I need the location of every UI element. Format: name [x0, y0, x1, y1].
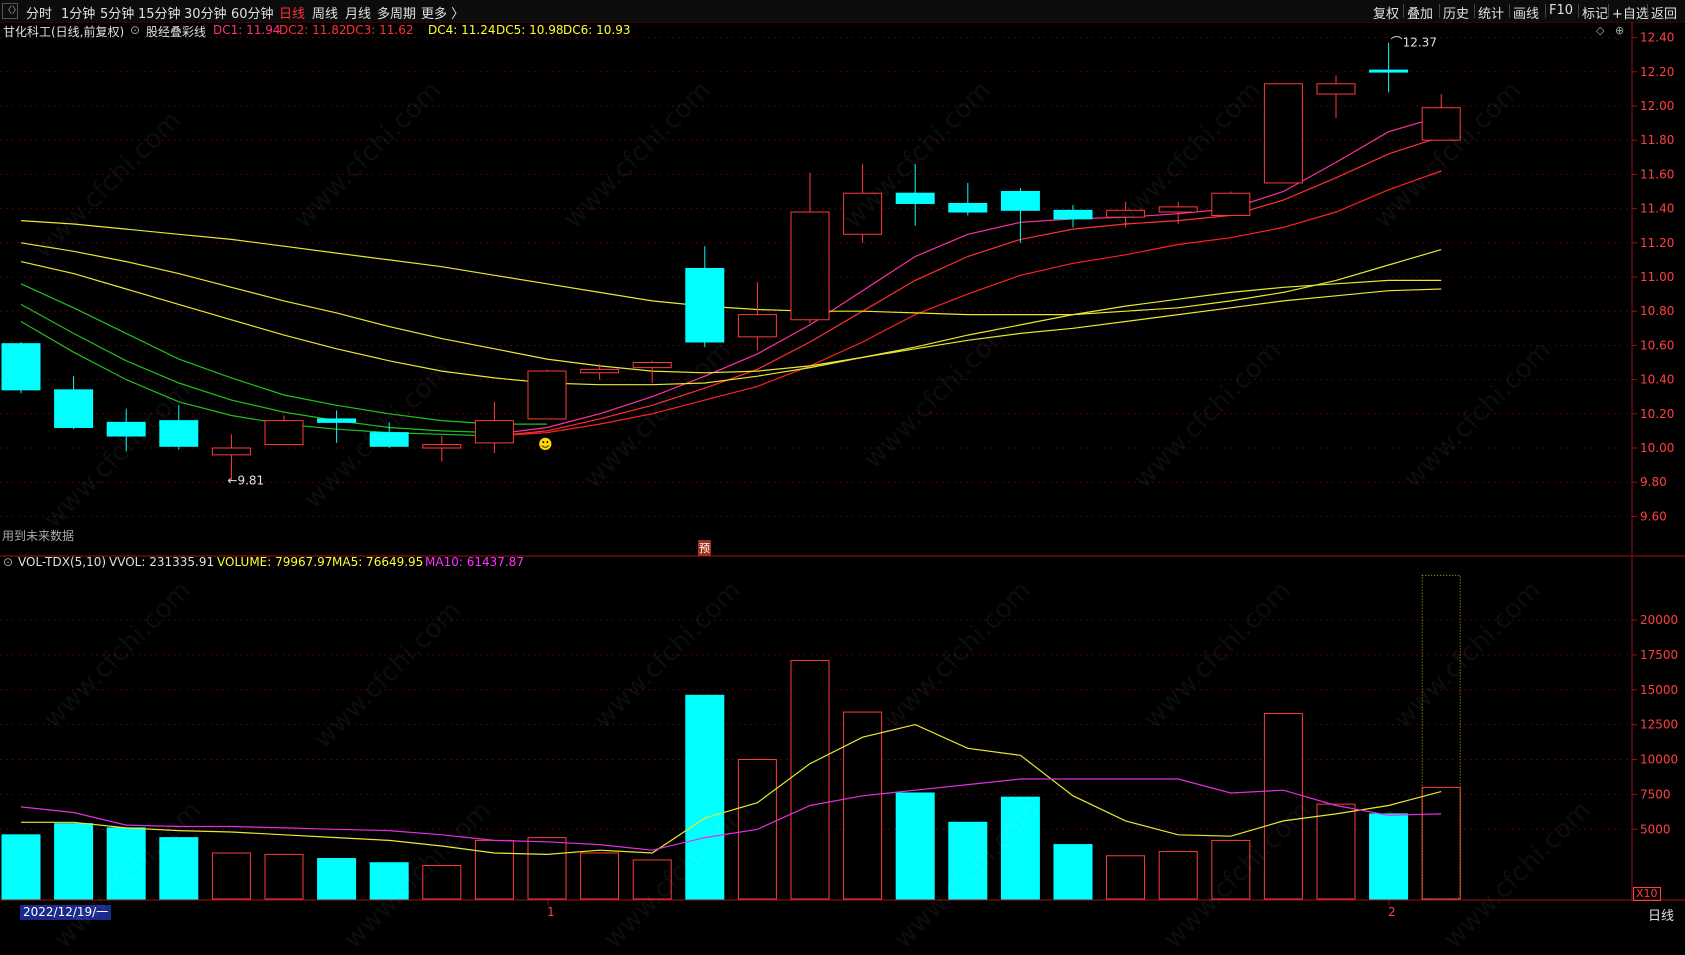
price-tick-label: 11.40 — [1640, 202, 1674, 216]
candle-body — [474, 420, 514, 444]
candle-body — [1263, 83, 1303, 184]
volume-bar — [474, 839, 514, 900]
volume-bar — [895, 792, 935, 900]
month-label-1: 1 — [547, 905, 555, 919]
price-tick-label: 11.80 — [1640, 133, 1674, 147]
price-tick-label: 10.20 — [1640, 407, 1674, 421]
volume-tick-label: 7500 — [1640, 787, 1671, 801]
volume-bar — [159, 837, 199, 900]
candle-body — [1369, 69, 1409, 73]
candle-body — [159, 420, 199, 447]
volume-bar — [1421, 786, 1461, 900]
volume-bar — [1316, 803, 1356, 900]
line-dc6 — [20, 261, 1442, 386]
price-tick-label: 10.00 — [1640, 441, 1674, 455]
volume-bar — [264, 853, 304, 900]
candle-body — [54, 389, 94, 428]
volume-bar — [632, 859, 672, 900]
volume-tick-label: 5000 — [1640, 822, 1671, 836]
volume-ma10-line — [20, 778, 1442, 851]
volume-bar — [422, 865, 462, 900]
price-tick-label: 12.00 — [1640, 99, 1674, 113]
candle-body — [1421, 107, 1461, 141]
ma5-value: MA5: 76649.95 — [332, 555, 424, 569]
candle-body — [580, 368, 620, 374]
volume-bar — [843, 711, 883, 900]
volume-bar — [1211, 839, 1251, 900]
volume-ma5-line — [21, 723, 1442, 856]
volume-tick-label: 10000 — [1640, 753, 1678, 767]
volume-bar — [1106, 855, 1146, 900]
vvol-value: VVOL: 231335.91 — [109, 555, 215, 569]
candle-body — [843, 192, 883, 235]
price-tick-label: 12.40 — [1640, 31, 1674, 45]
volume-bar — [1, 834, 41, 900]
volume-bar — [54, 823, 94, 900]
volume-bar — [685, 694, 725, 900]
candle-body — [317, 418, 357, 423]
volume-bar — [948, 821, 988, 900]
ma10-value: MA10: 61437.87 — [425, 555, 524, 569]
future-data-note: 用到未来数据 — [2, 529, 75, 543]
candle-body — [1316, 83, 1356, 95]
price-tick-label: 11.00 — [1640, 270, 1674, 284]
volume-indicator-name[interactable]: VOL-TDX(5,10) — [18, 555, 106, 569]
price-tick-label: 9.80 — [1640, 475, 1667, 489]
smiley-icon: ☻ — [538, 437, 553, 453]
volume-bar — [790, 659, 830, 900]
start-date: 2022/12/19/一 — [20, 905, 112, 920]
candle-body — [369, 432, 409, 447]
volume-bar — [1263, 712, 1303, 900]
volume-tick-label: 15000 — [1640, 683, 1678, 697]
volume-bar — [369, 862, 409, 900]
low-price-marker: ←9.81 — [227, 473, 264, 487]
volume-bar — [1000, 796, 1040, 900]
volume-bar — [580, 852, 620, 900]
volume-multiplier: X10 — [1633, 887, 1661, 901]
candle-body — [1, 343, 41, 391]
candle-body — [632, 362, 672, 369]
volume-tick-label: 12500 — [1640, 718, 1678, 732]
candle-body — [1211, 192, 1251, 216]
price-tick-label: 12.20 — [1640, 65, 1674, 79]
month-label-2: 2 — [1388, 905, 1396, 919]
volume-bar — [106, 827, 146, 900]
candle-body — [422, 444, 462, 449]
high-price-marker: ⌒12.37 — [1391, 36, 1437, 50]
candle-body — [790, 211, 830, 321]
candle-body — [1053, 209, 1093, 220]
volume-bar — [1369, 813, 1409, 900]
candle-body — [948, 202, 988, 213]
price-tick-label: 10.60 — [1640, 338, 1674, 352]
price-tick-label: 11.20 — [1640, 236, 1674, 250]
volume-bar — [1053, 844, 1093, 900]
candle-body — [264, 420, 304, 446]
price-tick-label: 9.60 — [1640, 509, 1667, 523]
forecast-tag: 预 — [698, 540, 711, 556]
candle-body — [1158, 206, 1198, 213]
price-tick-label: 10.40 — [1640, 373, 1674, 387]
candle-body — [211, 447, 251, 456]
candle-body — [1106, 209, 1146, 218]
candle-body — [1000, 191, 1040, 211]
line-green1 — [20, 283, 547, 425]
volume-toggle-icon[interactable]: ⊙ — [3, 555, 13, 569]
volume-bar — [527, 837, 567, 900]
volume-bar — [1158, 851, 1198, 900]
volume-tick-label: 17500 — [1640, 648, 1678, 662]
period-indicator: 日线 — [1648, 909, 1675, 924]
candle-body — [685, 267, 725, 343]
candle-body — [737, 314, 777, 338]
candle-body — [895, 192, 935, 204]
volume-bar — [317, 858, 357, 900]
price-tick-label: 11.60 — [1640, 167, 1674, 181]
volume-bar — [211, 852, 251, 900]
volume-value: VOLUME: 79967.97 — [217, 555, 333, 569]
volume-tick-label: 20000 — [1640, 613, 1678, 627]
price-tick-label: 10.80 — [1640, 304, 1674, 318]
line-dc4 — [20, 220, 1442, 316]
candlestick-chart[interactable]: 9.609.8010.0010.2010.4010.6010.8011.0011… — [0, 0, 1685, 921]
candle-body — [527, 370, 567, 420]
candle-body — [106, 421, 146, 437]
